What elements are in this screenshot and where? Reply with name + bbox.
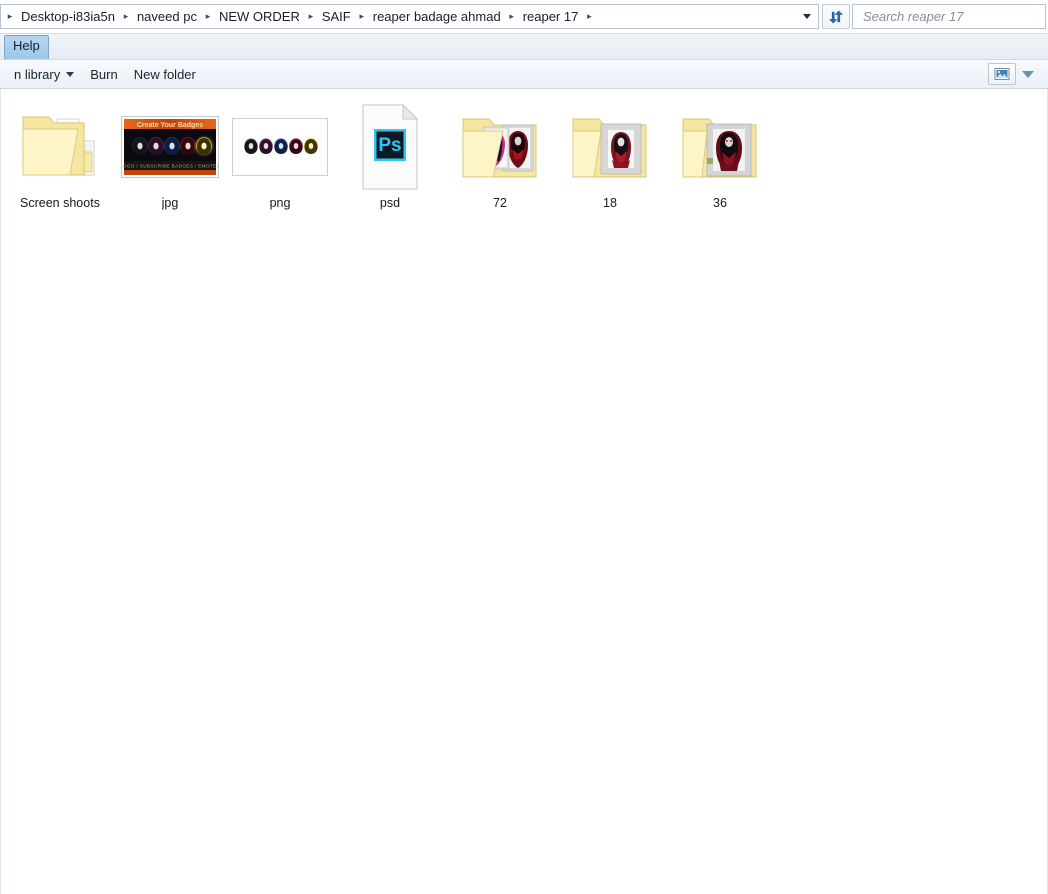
view-mode-button[interactable] [988,63,1016,85]
file-list-area[interactable]: Screen shoots Create Your Badges LOGO / … [0,89,1048,894]
thumbnail [448,97,552,197]
burn-button[interactable]: Burn [82,64,125,85]
menu-bar: Help [0,34,1048,60]
svg-text:Ps: Ps [378,135,401,156]
chevron-down-icon [803,14,811,19]
new-folder-label: New folder [133,66,196,82]
item-psd[interactable]: Ps psd [335,97,445,219]
breadcrumb-separator: ▸ [205,11,211,21]
refresh-icon [829,10,843,23]
item-label: jpg [161,197,179,210]
item-png[interactable]: png [225,97,335,219]
address-dropdown-button[interactable] [796,4,819,29]
folder-image-dark-icon [682,118,757,178]
chevron-down-icon[interactable] [1022,70,1034,78]
item-screen-shoots[interactable]: Screen shoots [5,97,115,219]
svg-text:Create Your Badges: Create Your Badges [137,122,203,129]
item-18[interactable]: 18 [555,97,665,219]
item-label: psd [379,197,401,210]
breadcrumb-separator: ▸ [123,11,129,21]
breadcrumb-separator: ▸ [587,11,592,21]
include-in-library-button[interactable]: n library [6,64,82,85]
breadcrumb-separator: ▸ [359,11,365,21]
item-label: Screen shoots [20,197,100,210]
item-72[interactable]: 72 [445,97,555,219]
item-jpg[interactable]: Create Your Badges LOGO / SUBSCRIBE BADG… [115,97,225,219]
svg-text:LOGO / SUBSCRIBE BADGES / EMOT: LOGO / SUBSCRIBE BADGES / EMOTES [121,164,219,169]
breadcrumb-item-4[interactable]: reaper badage ahmad [369,7,505,26]
item-label: 36 [713,197,727,210]
folder-images-icon [462,118,537,178]
thumbnail: Ps [338,97,442,197]
thumbnail [668,97,772,197]
item-label: png [269,197,291,210]
breadcrumb-item-1[interactable]: naveed pc [133,7,201,26]
item-36[interactable]: 36 [665,97,775,219]
view-mode-icon [994,68,1010,80]
breadcrumb-item-5[interactable]: reaper 17 [519,7,583,26]
refresh-button[interactable] [822,4,850,29]
item-label: 72 [493,197,507,210]
chevron-down-icon [66,71,75,77]
breadcrumb-separator: ▸ [308,11,314,21]
folder-stack-icon [22,116,95,176]
new-folder-button[interactable]: New folder [126,64,204,85]
thumbnail [558,97,662,197]
image-thumbnail-png [232,118,328,176]
include-in-library-label: n library [14,66,61,82]
file-items: Screen shoots Create Your Badges LOGO / … [1,89,1047,219]
breadcrumb-item-0[interactable]: Desktop-i83ia5n [17,7,119,26]
breadcrumb-separator: ▸ [509,11,514,21]
photoshop-document-icon: Ps [362,103,419,190]
thumbnail: Create Your Badges LOGO / SUBSCRIBE BADG… [118,97,222,197]
thumbnail [228,97,332,197]
breadcrumb-item-3[interactable]: SAIF [318,7,355,26]
breadcrumb-separator: ▸ [7,11,13,21]
image-thumbnail-jpg: Create Your Badges LOGO / SUBSCRIBE BADG… [121,116,219,178]
toolbar: n library Burn New folder [0,60,1048,89]
item-label: 18 [603,197,617,210]
burn-label: Burn [90,66,118,82]
folder-image-icon [572,118,647,178]
breadcrumb-item-2[interactable]: NEW ORDER [215,7,304,26]
breadcrumb[interactable]: ▸ Desktop-i83ia5n ▸ naveed pc ▸ NEW ORDE… [0,4,796,29]
thumbnail [8,97,112,197]
menu-item-help[interactable]: Help [4,35,49,59]
search-box[interactable]: Search reaper 17 [852,4,1046,29]
address-bar: ▸ Desktop-i83ia5n ▸ naveed pc ▸ NEW ORDE… [0,0,1048,34]
search-input[interactable]: Search reaper 17 [863,9,963,24]
